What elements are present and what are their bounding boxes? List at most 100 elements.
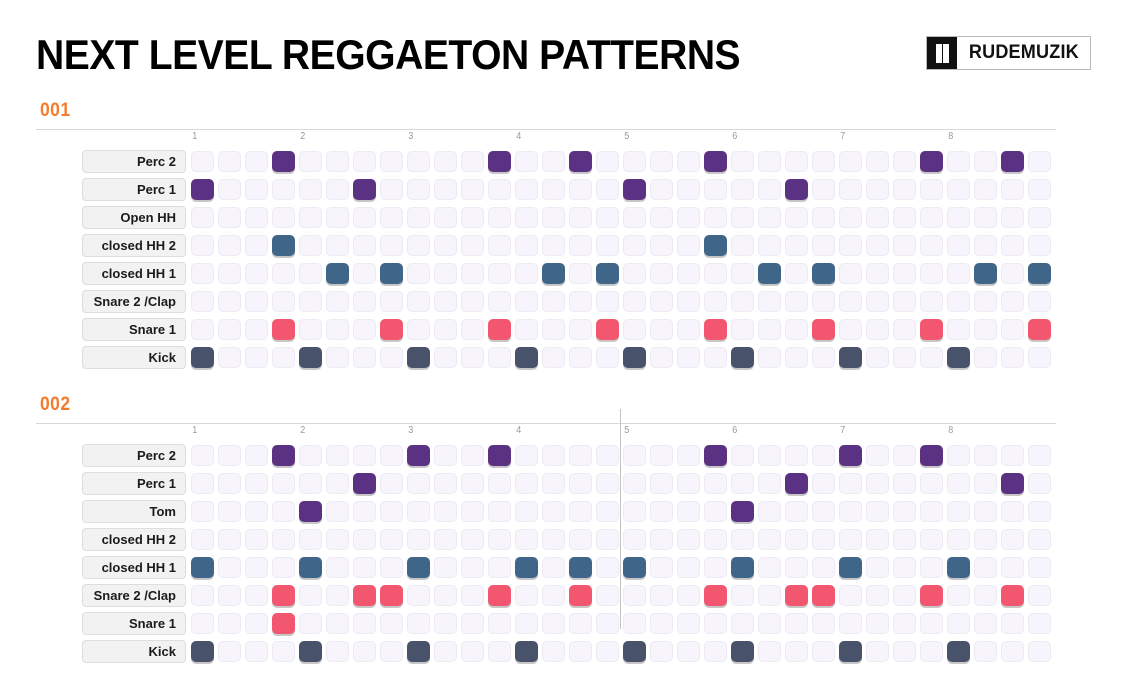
step-cell[interactable] (839, 207, 862, 228)
step-cell[interactable] (245, 207, 268, 228)
step-cell[interactable] (218, 473, 241, 494)
step-cell[interactable] (1028, 613, 1051, 634)
step-cell[interactable] (677, 179, 700, 200)
step-cell[interactable] (704, 473, 727, 494)
step-cell[interactable] (974, 291, 997, 312)
step-cell[interactable] (191, 445, 214, 466)
step-cell[interactable] (974, 613, 997, 634)
step-cell[interactable] (758, 585, 781, 606)
step-cell[interactable] (542, 585, 565, 606)
step-cell[interactable] (569, 179, 592, 200)
step-cell[interactable] (596, 613, 619, 634)
step-cell[interactable] (785, 263, 808, 284)
step-cell[interactable] (461, 207, 484, 228)
step-cell[interactable] (515, 291, 538, 312)
step-cell[interactable] (461, 319, 484, 340)
step-cell[interactable] (542, 207, 565, 228)
step-cell-active[interactable] (353, 473, 376, 494)
step-cell-active[interactable] (623, 641, 646, 662)
step-cell[interactable] (542, 319, 565, 340)
step-cell-active[interactable] (1028, 319, 1051, 340)
step-cell-active[interactable] (353, 585, 376, 606)
step-cell[interactable] (812, 151, 835, 172)
step-cell[interactable] (920, 501, 943, 522)
step-cell[interactable] (326, 151, 349, 172)
step-cell[interactable] (812, 235, 835, 256)
step-cell[interactable] (380, 235, 403, 256)
step-cell-active[interactable] (704, 319, 727, 340)
step-cell-active[interactable] (542, 263, 565, 284)
step-cell[interactable] (947, 501, 970, 522)
step-cell[interactable] (272, 473, 295, 494)
step-cell-active[interactable] (839, 347, 862, 368)
step-cell[interactable] (596, 235, 619, 256)
track-name-button[interactable]: Snare 2 /Clap (82, 584, 186, 607)
step-cell[interactable] (974, 151, 997, 172)
track-name-button[interactable]: closed HH 1 (82, 556, 186, 579)
step-cell[interactable] (623, 529, 646, 550)
step-cell[interactable] (353, 347, 376, 368)
step-cell[interactable] (623, 613, 646, 634)
step-cell[interactable] (974, 501, 997, 522)
step-cell[interactable] (1001, 641, 1024, 662)
step-cell[interactable] (731, 263, 754, 284)
step-cell[interactable] (380, 473, 403, 494)
step-cell[interactable] (677, 641, 700, 662)
step-cell-active[interactable] (704, 235, 727, 256)
step-cell[interactable] (866, 473, 889, 494)
step-cell[interactable] (866, 263, 889, 284)
step-cell[interactable] (407, 151, 430, 172)
step-cell[interactable] (542, 151, 565, 172)
step-cell[interactable] (704, 613, 727, 634)
step-cell-active[interactable] (920, 319, 943, 340)
step-cell[interactable] (299, 585, 322, 606)
step-cell[interactable] (1028, 347, 1051, 368)
step-cell[interactable] (218, 347, 241, 368)
step-cell[interactable] (893, 291, 916, 312)
step-cell[interactable] (488, 613, 511, 634)
step-cell[interactable] (866, 291, 889, 312)
step-cell-active[interactable] (515, 641, 538, 662)
step-cell[interactable] (650, 529, 673, 550)
step-cell[interactable] (596, 557, 619, 578)
step-cell[interactable] (434, 179, 457, 200)
step-cell[interactable] (758, 291, 781, 312)
step-cell[interactable] (866, 445, 889, 466)
step-cell[interactable] (974, 347, 997, 368)
step-cell[interactable] (596, 473, 619, 494)
step-cell[interactable] (515, 501, 538, 522)
step-cell[interactable] (569, 445, 592, 466)
step-cell[interactable] (542, 557, 565, 578)
step-cell[interactable] (839, 263, 862, 284)
step-cell[interactable] (245, 151, 268, 172)
step-cell[interactable] (434, 445, 457, 466)
step-cell[interactable] (731, 585, 754, 606)
step-cell[interactable] (434, 585, 457, 606)
step-cell[interactable] (407, 529, 430, 550)
step-cell[interactable] (380, 445, 403, 466)
step-cell[interactable] (272, 291, 295, 312)
step-cell[interactable] (596, 585, 619, 606)
step-cell-active[interactable] (1001, 151, 1024, 172)
step-cell[interactable] (542, 347, 565, 368)
track-name-button[interactable]: Tom (82, 500, 186, 523)
step-cell[interactable] (758, 641, 781, 662)
step-cell-active[interactable] (623, 179, 646, 200)
step-cell[interactable] (704, 263, 727, 284)
step-cell[interactable] (1028, 529, 1051, 550)
step-cell[interactable] (650, 557, 673, 578)
step-cell[interactable] (866, 151, 889, 172)
step-cell[interactable] (272, 557, 295, 578)
step-cell[interactable] (1001, 207, 1024, 228)
step-cell[interactable] (434, 613, 457, 634)
step-cell[interactable] (272, 501, 295, 522)
step-cell[interactable] (650, 291, 673, 312)
step-cell[interactable] (758, 319, 781, 340)
step-cell-active[interactable] (704, 151, 727, 172)
step-cell[interactable] (434, 501, 457, 522)
step-cell[interactable] (245, 529, 268, 550)
step-cell[interactable] (515, 207, 538, 228)
step-cell[interactable] (326, 207, 349, 228)
step-cell[interactable] (1028, 473, 1051, 494)
step-cell[interactable] (380, 501, 403, 522)
